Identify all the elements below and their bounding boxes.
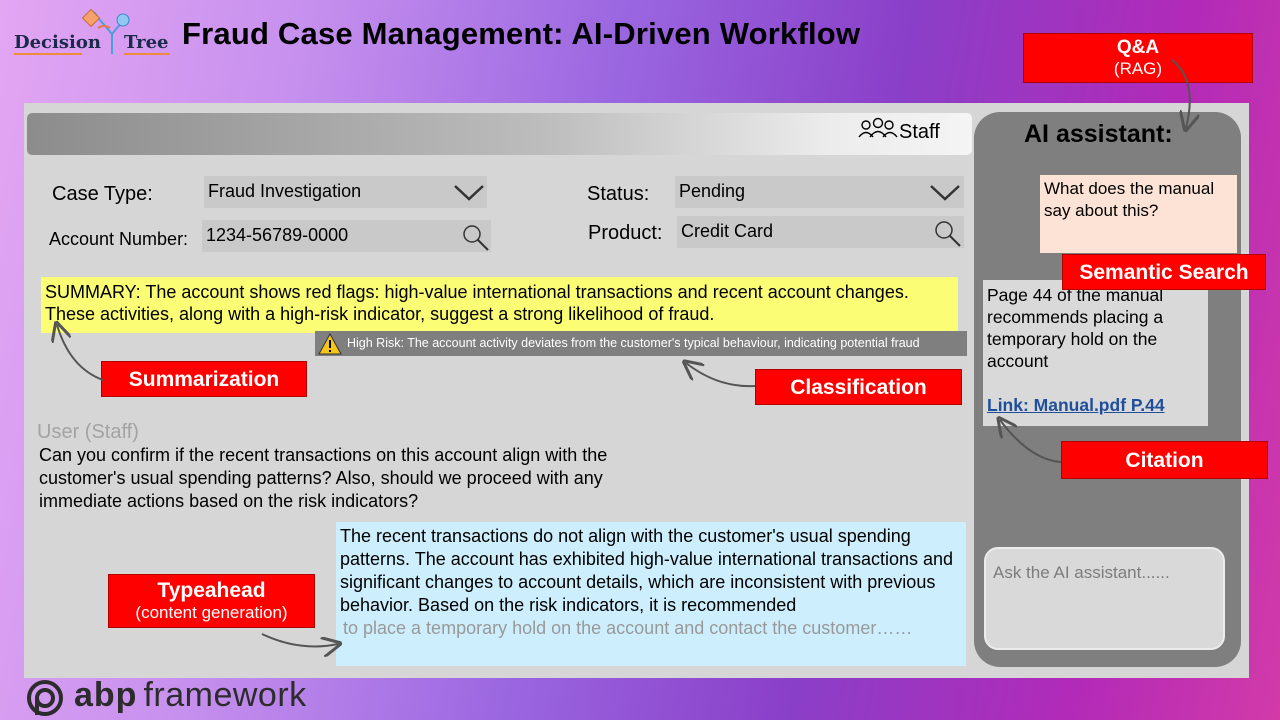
product-field[interactable]: Credit Card xyxy=(677,216,964,248)
case-type-label: Case Type: xyxy=(52,183,153,205)
product-label: Product: xyxy=(588,222,663,244)
users-icon[interactable] xyxy=(858,117,898,141)
warning-icon xyxy=(318,333,342,355)
content-generation-callout-label: (content generation) xyxy=(135,603,288,622)
user-question: Can you confirm if the recent transactio… xyxy=(39,445,608,511)
summarization-callout: Summarization xyxy=(101,361,307,397)
case-type-value: Fraud Investigation xyxy=(208,181,362,201)
search-icon[interactable] xyxy=(461,223,491,253)
ai-answer-text: Page 44 of the manual recommends placing… xyxy=(987,285,1164,371)
classification-callout: Classification xyxy=(755,369,962,405)
semantic-search-callout: Semantic Search xyxy=(1062,254,1266,290)
status-label: Status: xyxy=(587,183,650,205)
citation-callout: Citation xyxy=(1061,441,1268,479)
logo-word-decision: Decision xyxy=(14,32,101,53)
user-staff-label: User (Staff) xyxy=(37,421,139,443)
account-number-value: 1234-56789-0000 xyxy=(206,225,349,245)
case-type-select[interactable]: Fraud Investigation xyxy=(204,176,487,208)
typeahead-suggestion[interactable]: to place a temporary hold on the account… xyxy=(343,617,962,640)
ai-answer-bubble: Page 44 of the manual recommends placing… xyxy=(983,280,1208,426)
answer-text: The recent transactions do not align wit… xyxy=(340,526,954,615)
status-value: Pending xyxy=(679,181,746,201)
product-value: Credit Card xyxy=(681,221,774,241)
framework-brand-word: framework xyxy=(143,676,307,714)
generated-answer: The recent transactions do not align wit… xyxy=(336,522,966,666)
risk-banner: High Risk: The account activity deviates… xyxy=(315,331,967,356)
abp-brand-word: abp xyxy=(74,676,138,714)
top-bar xyxy=(27,113,972,155)
chevron-down-icon[interactable] xyxy=(929,184,961,202)
summary-box: SUMMARY: The account shows red flags: hi… xyxy=(41,277,958,333)
chevron-down-icon[interactable] xyxy=(453,184,485,202)
typeahead-callout: Typeahead (content generation) xyxy=(108,574,315,628)
qa-rag-callout: Q&A (RAG) xyxy=(1023,33,1253,83)
ask-ai-input[interactable]: Ask the AI assistant...... xyxy=(984,547,1225,650)
ai-assistant-title: AI assistant: xyxy=(1024,120,1173,148)
account-number-field[interactable]: 1234-56789-0000 xyxy=(202,220,491,252)
manual-citation-link[interactable]: Link: Manual.pdf P.44 xyxy=(987,394,1204,416)
qa-callout-label: Q&A xyxy=(1116,37,1160,58)
account-number-label: Account Number: xyxy=(49,229,189,249)
abp-framework-brand: abp framework xyxy=(74,676,307,715)
page-title: Fraud Case Management: AI-Driven Workflo… xyxy=(182,16,861,51)
logo-word-tree: Tree xyxy=(124,32,169,53)
abp-logo-icon xyxy=(27,680,63,716)
search-icon[interactable] xyxy=(933,219,963,249)
ai-question-bubble: What does the manual say about this? xyxy=(1040,175,1237,253)
rag-callout-label: (RAG) xyxy=(1113,59,1163,78)
typeahead-callout-label: Typeahead xyxy=(157,579,266,602)
staff-label[interactable]: Staff xyxy=(899,121,940,144)
status-select[interactable]: Pending xyxy=(675,176,964,208)
